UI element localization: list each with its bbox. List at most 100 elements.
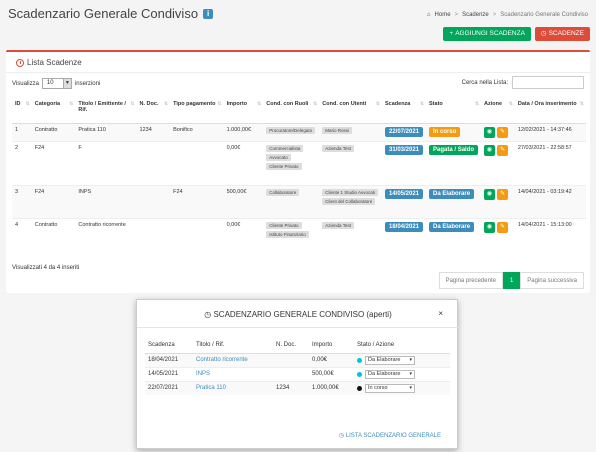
next-page-button[interactable]: Pagina successiva [520, 272, 584, 289]
scadenze-label: SCADENZE [548, 30, 584, 37]
modal-cell-scadenza: 22/07/2021 [145, 380, 193, 395]
sort-icon: ⇅ [313, 101, 318, 107]
cell-data: 12/02/2021 - 14:37:46 [514, 122, 586, 141]
col-header[interactable]: Scadenza ⇅ [381, 99, 427, 124]
status-badge: Da Elaborare [429, 221, 475, 232]
page-length-control: Visualizza 10 ▼ inserzioni [12, 78, 100, 89]
cell-stato: Pagata / Saldo [426, 140, 482, 185]
col-header[interactable]: Tipo pagamento ⇅ [170, 99, 224, 124]
cell-utenti: Azienda Test [319, 140, 382, 185]
cell-azione: ◉ ✎ [481, 140, 515, 185]
close-icon[interactable]: × [438, 309, 443, 318]
cell-tipo: Bonifico [170, 122, 224, 141]
modal-table: Scadenza Titolo / Rif. N. Doc. Importo S… [145, 338, 450, 395]
user-chip: Azienda Test [322, 144, 354, 152]
box-title-text: Lista Scadenze [27, 58, 82, 67]
modal-row: 14/05/2021 INPS 500,00€ Da Elaborare [145, 366, 450, 381]
col-header[interactable]: ID ⇅ [12, 99, 32, 124]
cell-tipo [170, 140, 224, 185]
titolo-link[interactable]: Contratto ricorrente [196, 357, 248, 363]
col-header[interactable]: Cond. con Ruoli ⇅ [263, 99, 320, 124]
col-header[interactable]: N. Doc. ⇅ [136, 99, 171, 124]
modal-cell-stato: Da Elaborare [354, 366, 450, 381]
col-header[interactable]: Titolo / Emittente / Rif. ⇅ [75, 99, 137, 124]
cell-categoria: Contratto [31, 217, 76, 252]
cell-importo: 1.000,00€ [223, 122, 264, 141]
cell-ndoc [136, 184, 171, 218]
titolo-link[interactable]: INPS [196, 371, 210, 377]
modal-cell-stato: In corso [354, 380, 450, 395]
col-header[interactable]: Azione ⇅ [481, 99, 515, 124]
eye-icon[interactable]: ◉ [484, 221, 496, 233]
cell-titolo: Pratica 110 [75, 122, 137, 141]
add-scadenza-button[interactable]: + AGGIUNGI SCADENZA [443, 27, 531, 41]
breadcrumb-current: Scadenzario Generale Condiviso [500, 12, 588, 18]
pencil-icon[interactable]: ✎ [497, 221, 509, 233]
modal-cell-titolo: Pratica 110 [193, 380, 273, 395]
modal-cell-importo: 1.000,00€ [309, 380, 354, 395]
cell-azione: ◉ ✎ [481, 122, 515, 141]
pencil-icon[interactable]: ✎ [497, 188, 509, 200]
box-title: Lista Scadenze [16, 58, 82, 67]
status-badge: Pagata / Saldo [429, 144, 479, 155]
status-select[interactable]: In corso [365, 383, 415, 393]
role-chip: Procuratore/Delegato [266, 126, 316, 134]
page-title-text: Scadenzario Generale Condiviso [8, 6, 199, 21]
prev-page-button[interactable]: Pagina precedente [438, 272, 503, 289]
cell-azione: ◉ ✎ [481, 217, 515, 252]
cell-ruoli: Collaboratore [263, 184, 320, 218]
cell-id: 4 [12, 217, 32, 252]
info-icon[interactable]: i [203, 8, 214, 19]
cell-ruoli: Commercialista Avvocato Cliente Privato [263, 140, 320, 185]
role-chip: Commercialista [266, 144, 304, 152]
cell-ruoli: Procuratore/Delegato [263, 122, 320, 141]
clock-icon: ◷ [204, 310, 212, 319]
pencil-icon[interactable]: ✎ [497, 126, 509, 138]
cell-data: 14/04/2021 - 15:13:00 [514, 217, 586, 252]
status-select[interactable]: Da Elaborare [365, 369, 415, 379]
titolo-link[interactable]: Pratica 110 [196, 385, 226, 391]
role-chip: Collaboratore [266, 188, 300, 196]
cell-importo: 0,00€ [223, 217, 264, 252]
sort-icon: ⇅ [579, 101, 584, 107]
eye-icon[interactable]: ◉ [484, 144, 496, 156]
open-deadlines-modal: ◷ SCADENZARIO GENERALE CONDIVISO (aperti… [136, 299, 459, 449]
role-chip: Cliente Privato [266, 221, 302, 229]
col-header[interactable]: Cond. con Utenti ⇅ [319, 99, 382, 124]
breadcrumb-home[interactable]: Home [435, 12, 451, 18]
modal-cell-scadenza: 14/05/2021 [145, 366, 193, 381]
modal-title-text: SCADENZARIO GENERALE CONDIVISO (aperti) [213, 310, 392, 319]
col-header[interactable]: Data / Ora inserimento ⇅ [514, 99, 586, 124]
col-header[interactable]: Categoria ⇅ [31, 99, 76, 124]
main-area: Scadenzario Generale Condiviso i ⌂ Home … [0, 0, 596, 295]
cell-azione: ◉ ✎ [481, 184, 515, 218]
lista-scadenzario-link[interactable]: ◷ LISTA SCADENZARIO GENERALE [339, 432, 441, 439]
cell-ndoc [136, 140, 171, 185]
cell-scadenza: 31/03/2021 [381, 140, 427, 185]
page-1-button[interactable]: 1 [502, 272, 521, 289]
page-title: Scadenzario Generale Condiviso i [8, 6, 214, 21]
scadenze-button[interactable]: ◷ SCADENZE [534, 27, 590, 41]
cell-ruoli: Cliente Privato Istituto Finanziario [263, 217, 320, 252]
col-header[interactable]: Stato ⇅ [426, 99, 482, 124]
cell-tipo [170, 217, 224, 252]
cell-data: 27/03/2021 - 22:58:57 [514, 140, 586, 185]
search-input[interactable] [512, 76, 584, 89]
modal-cell-stato: Da Elaborare [354, 352, 450, 367]
cell-data: 14/04/2021 - 03:19:42 [514, 184, 586, 218]
cell-stato: In corso [426, 122, 482, 141]
cell-ndoc [136, 217, 171, 252]
status-select[interactable]: Da Elaborare [365, 355, 415, 365]
col-header[interactable]: Importo ⇅ [223, 99, 264, 124]
scadenza-badge: 18/04/2021 [384, 221, 424, 232]
eye-icon[interactable]: ◉ [484, 126, 496, 138]
scadenza-badge: 31/03/2021 [384, 144, 424, 155]
eye-icon[interactable]: ◉ [484, 188, 496, 200]
pencil-icon[interactable]: ✎ [497, 144, 509, 156]
cell-id: 2 [12, 140, 32, 185]
breadcrumb-scadenze[interactable]: Scadenze [462, 12, 489, 18]
page-length-select[interactable]: 10 ▼ [41, 78, 72, 89]
modal-cell-ndoc [273, 366, 309, 381]
clock-icon: ◷ [338, 433, 345, 439]
modal-header-row: Scadenza Titolo / Rif. N. Doc. Importo S… [145, 338, 450, 354]
